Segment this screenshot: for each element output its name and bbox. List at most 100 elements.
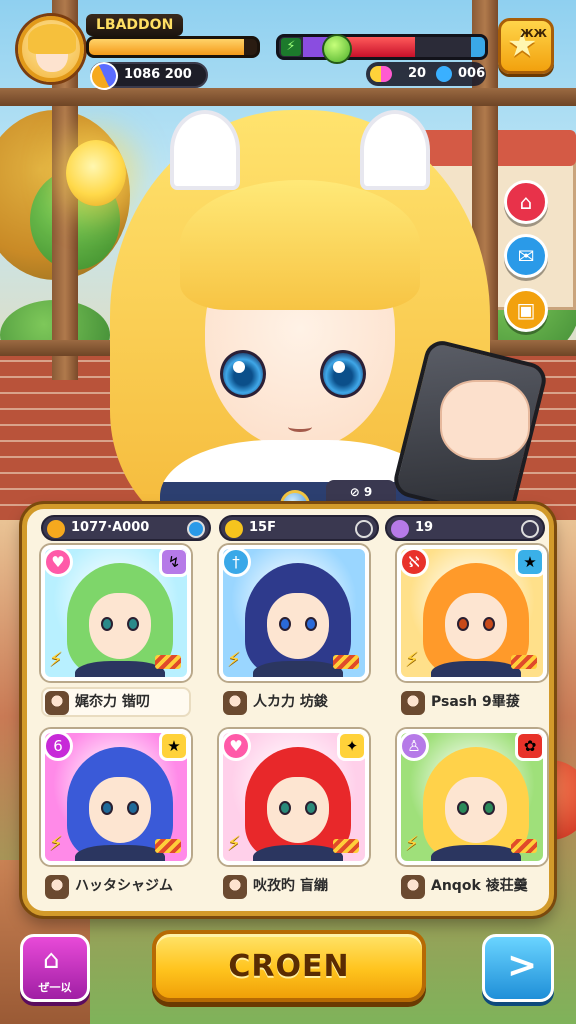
- energy-bar-end: [471, 37, 485, 57]
- character-bangs: [180, 180, 420, 310]
- portrait-face: [445, 593, 507, 659]
- character-name: ハッタシャジム: [75, 878, 173, 894]
- orb-icon: [391, 520, 409, 538]
- character-portrait: ♙ ✿ ⚡: [397, 729, 547, 865]
- portrait-eye: [101, 617, 113, 631]
- rarity-badge-icon: 6: [45, 733, 73, 761]
- box-button[interactable]: ▣: [504, 288, 548, 332]
- character-card[interactable]: ♥ ✦ ⚡ 吙孜旳 盲繃: [219, 729, 379, 907]
- stripe-badge: [333, 839, 359, 853]
- star-button[interactable]: ★ ЖЖ: [498, 18, 554, 74]
- home-icon: ⌂: [43, 945, 60, 975]
- character-card[interactable]: ♙ ✿ ⚡ Anqok 祾荘羹: [397, 729, 557, 907]
- chevron-right-icon: >: [507, 945, 538, 986]
- gem-counter[interactable]: 20 006: [366, 62, 486, 86]
- add-icon: [187, 520, 205, 538]
- hand: [440, 380, 530, 460]
- resource-pill-3[interactable]: 19: [385, 515, 545, 541]
- portrait-eye: [457, 617, 469, 631]
- element-badge-icon: [337, 549, 365, 577]
- mini-avatar: [45, 875, 69, 899]
- character-mouth: [288, 422, 312, 432]
- rarity-badge-icon: †: [223, 549, 251, 577]
- gold-counter[interactable]: 1086 200: [85, 57, 208, 95]
- character-name: 人カ力 坊鋑: [253, 694, 328, 710]
- shop-button[interactable]: ⌂: [504, 180, 548, 224]
- element-badge-icon: ✦: [337, 733, 365, 761]
- rarity-badge-icon: ♙: [401, 733, 429, 761]
- mini-avatar: [401, 691, 425, 715]
- portrait-eye: [305, 617, 317, 631]
- add-icon: [355, 520, 373, 538]
- character-nameplate: 人カ力 坊鋑: [219, 687, 369, 717]
- energy-icon: ⚡: [281, 38, 301, 56]
- resource-pill-1[interactable]: 1077·A000: [41, 515, 211, 541]
- portrait-body: [75, 661, 165, 677]
- next-button[interactable]: >: [482, 934, 554, 1002]
- gem-icon: [436, 66, 452, 82]
- portrait-body: [253, 661, 343, 677]
- xp-bar-fill: [89, 39, 244, 55]
- character-name: 吙孜旳 盲繃: [253, 878, 328, 894]
- resource-3-value: 19: [415, 520, 434, 535]
- character-nameplate: Psash 9畢菝: [397, 687, 547, 717]
- character-card[interactable]: † ⚡ 人カ力 坊鋑: [219, 545, 379, 723]
- character-portrait: ♥ ✦ ⚡: [219, 729, 369, 865]
- portrait-body: [75, 845, 165, 861]
- resource-pill-2[interactable]: 15F: [219, 515, 379, 541]
- lightning-icon: ⚡: [227, 831, 242, 855]
- portrait-eye: [305, 801, 317, 815]
- character-card[interactable]: 6 ★ ⚡ ハッタシャジム: [41, 729, 201, 907]
- lightning-icon: ⚡: [49, 647, 64, 671]
- portrait-face: [89, 593, 151, 659]
- character-portrait: † ⚡: [219, 545, 369, 681]
- lightning-icon: ⚡: [227, 647, 242, 671]
- apple-icon: [322, 34, 352, 64]
- character-roster-panel: 1077·A000 15F 19 ♥ ↯ ⚡ 娓夵力 锴叨 † ⚡ 人カ力 坊鋑…: [22, 504, 554, 916]
- character-card[interactable]: ℵ ★ ⚡ Psash 9畢菝: [397, 545, 557, 723]
- box-icon: ▣: [516, 298, 536, 322]
- character-name: Anqok 祾荘羹: [431, 878, 528, 894]
- add-icon: [521, 520, 539, 538]
- portrait-eye: [279, 801, 291, 815]
- character-nameplate: ハッタシャジム: [41, 871, 191, 901]
- lightning-icon: ⚡: [49, 831, 64, 855]
- character-nameplate: 娓夵力 锴叨: [41, 687, 191, 717]
- lightning-icon: ⚡: [405, 831, 420, 855]
- gem-count-a: 20: [408, 66, 427, 81]
- character-eye: [220, 350, 266, 398]
- rarity-badge-icon: ♥: [45, 549, 73, 577]
- character-eye: [320, 350, 366, 398]
- element-badge-icon: ★: [159, 733, 187, 761]
- element-badge-icon: ✿: [515, 733, 543, 761]
- mini-avatar: [223, 691, 247, 715]
- portrait-face: [445, 777, 507, 843]
- character-name: Psash 9畢菝: [431, 694, 520, 710]
- character-portrait: ℵ ★ ⚡: [397, 545, 547, 681]
- cat-ear-left: [170, 110, 240, 190]
- panel-tab[interactable]: ⊘ 9: [326, 480, 396, 504]
- mini-avatar: [401, 875, 425, 899]
- rarity-badge-icon: ℵ: [401, 549, 429, 577]
- home-button[interactable]: ⌂ ぜ一以: [20, 934, 90, 1002]
- panel-resource-bar: 1077·A000 15F 19: [41, 515, 545, 541]
- portrait-face: [89, 777, 151, 843]
- portrait-body: [431, 661, 521, 677]
- portrait-body: [253, 845, 343, 861]
- portrait-face: [267, 777, 329, 843]
- character-nameplate: Anqok 祾荘羹: [397, 871, 547, 901]
- main-action-button[interactable]: CROEN: [152, 930, 426, 1002]
- portrait-eye: [127, 801, 139, 815]
- mini-avatar: [223, 875, 247, 899]
- mail-icon: ✉: [517, 244, 535, 268]
- mail-button[interactable]: ✉: [504, 234, 548, 278]
- cat-ear-right: [360, 110, 430, 190]
- portrait-eye: [483, 801, 495, 815]
- gold-amount: 1086 200: [124, 67, 192, 82]
- player-avatar[interactable]: [18, 16, 84, 82]
- capsule-icon: [370, 66, 392, 82]
- character-card[interactable]: ♥ ↯ ⚡ 娓夵力 锴叨: [41, 545, 201, 723]
- star-label: ЖЖ: [520, 27, 547, 40]
- player-name: LBADDON: [86, 14, 184, 36]
- stripe-badge: [511, 655, 537, 669]
